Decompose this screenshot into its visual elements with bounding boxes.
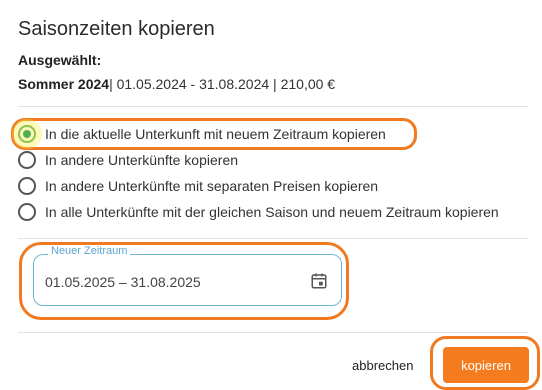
selected-season: Sommer 2024| 01.05.2024 - 31.08.2024 | 2…: [18, 76, 335, 92]
divider: [18, 106, 528, 107]
radio-button-checked[interactable]: [12, 119, 42, 149]
radio-option-other-accommodations-separate-prices[interactable]: In andere Unterkünfte mit separaten Prei…: [18, 175, 378, 197]
date-range-legend: Neuer Zeitraum: [48, 245, 131, 257]
season-name: Sommer 2024: [18, 76, 110, 92]
radio-button[interactable]: [18, 177, 36, 195]
date-range-value[interactable]: 01.05.2025 – 31.08.2025: [45, 274, 201, 290]
divider: [18, 332, 528, 333]
radio-button[interactable]: [18, 151, 36, 169]
dialog-title: Saisonzeiten kopieren: [18, 18, 215, 40]
radio-option-all-accommodations-same-season[interactable]: In alle Unterkünfte mit der gleichen Sai…: [18, 201, 499, 223]
season-details: | 01.05.2024 - 31.08.2024 | 210,00 €: [109, 76, 336, 92]
radio-option-label: In die aktuelle Unterkunft mit neuem Zei…: [45, 126, 386, 142]
radio-option-other-accommodations[interactable]: In andere Unterkünfte kopieren: [18, 149, 238, 171]
calendar-icon[interactable]: [310, 272, 328, 290]
radio-option-label: In andere Unterkünfte kopieren: [45, 152, 239, 168]
divider: [18, 238, 528, 239]
radio-option-current-accommodation[interactable]: In die aktuelle Unterkunft mit neuem Zei…: [12, 119, 386, 149]
cancel-button[interactable]: abbrechen: [352, 358, 413, 373]
radio-option-label: In alle Unterkünfte mit der gleichen Sai…: [45, 204, 499, 220]
copy-button[interactable]: kopieren: [443, 347, 529, 383]
selected-label: Ausgewählt:: [18, 52, 102, 68]
radio-button[interactable]: [18, 203, 36, 221]
radio-option-label: In andere Unterkünfte mit separaten Prei…: [45, 178, 379, 194]
